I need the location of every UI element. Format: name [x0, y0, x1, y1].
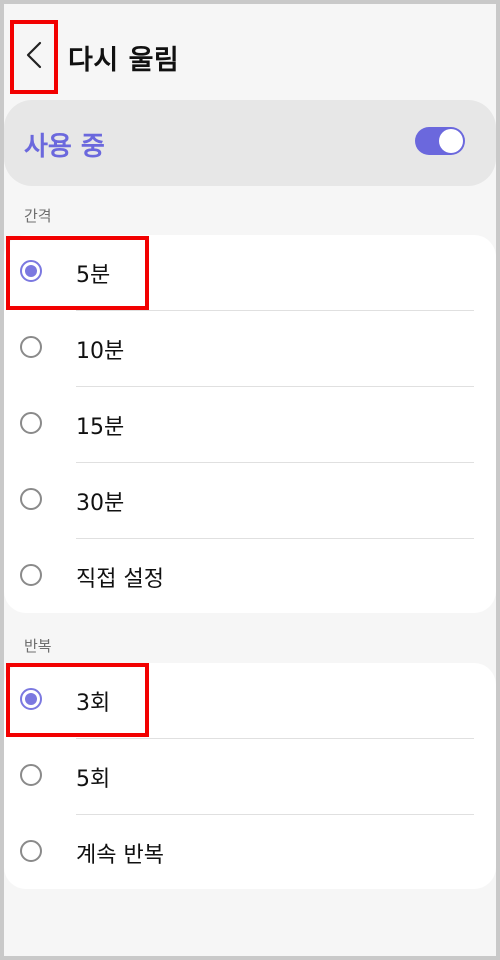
repeat-option-continuous[interactable]: 계속 반복: [4, 815, 496, 891]
option-label: 계속 반복: [76, 843, 164, 868]
radio-button-selected[interactable]: [20, 688, 42, 710]
interval-option-30min[interactable]: 30분: [4, 463, 496, 539]
interval-options-card: 5분 10분 15분 30분 직접 설정: [4, 235, 496, 613]
master-switch-row[interactable]: 사용 중: [4, 100, 496, 186]
radio-dot: [25, 265, 37, 277]
radio-dot: [25, 693, 37, 705]
radio-button[interactable]: [20, 336, 42, 358]
toggle-knob: [439, 129, 463, 153]
snooze-settings-screen: 다시 울림 사용 중 간격 5분 10분 15분 30분 직접 설정 반복 3회…: [4, 4, 496, 956]
radio-button[interactable]: [20, 412, 42, 434]
interval-option-custom[interactable]: 직접 설정: [4, 539, 496, 615]
option-label: 3회: [76, 691, 111, 716]
radio-button-selected[interactable]: [20, 260, 42, 282]
page-title: 다시 울림: [68, 45, 180, 76]
master-toggle-switch[interactable]: [415, 127, 465, 155]
option-label: 5회: [76, 767, 111, 792]
option-label: 10분: [76, 339, 125, 364]
back-button[interactable]: [12, 22, 56, 92]
repeat-section-label: 반복: [24, 637, 52, 655]
master-switch-label: 사용 중: [24, 132, 105, 162]
repeat-option-3-times[interactable]: 3회: [4, 663, 496, 739]
repeat-options-card: 3회 5회 계속 반복: [4, 663, 496, 889]
interval-section-label: 간격: [24, 207, 52, 225]
option-label: 5분: [76, 263, 111, 288]
interval-option-15min[interactable]: 15분: [4, 387, 496, 463]
radio-button[interactable]: [20, 764, 42, 786]
radio-button[interactable]: [20, 564, 42, 586]
repeat-option-5-times[interactable]: 5회: [4, 739, 496, 815]
option-label: 직접 설정: [76, 567, 164, 592]
radio-button[interactable]: [20, 840, 42, 862]
option-label: 15분: [76, 415, 125, 440]
interval-option-10min[interactable]: 10분: [4, 311, 496, 387]
radio-button[interactable]: [20, 488, 42, 510]
option-label: 30분: [76, 491, 125, 516]
interval-option-5min[interactable]: 5분: [4, 235, 496, 311]
chevron-left-icon: [25, 40, 43, 74]
